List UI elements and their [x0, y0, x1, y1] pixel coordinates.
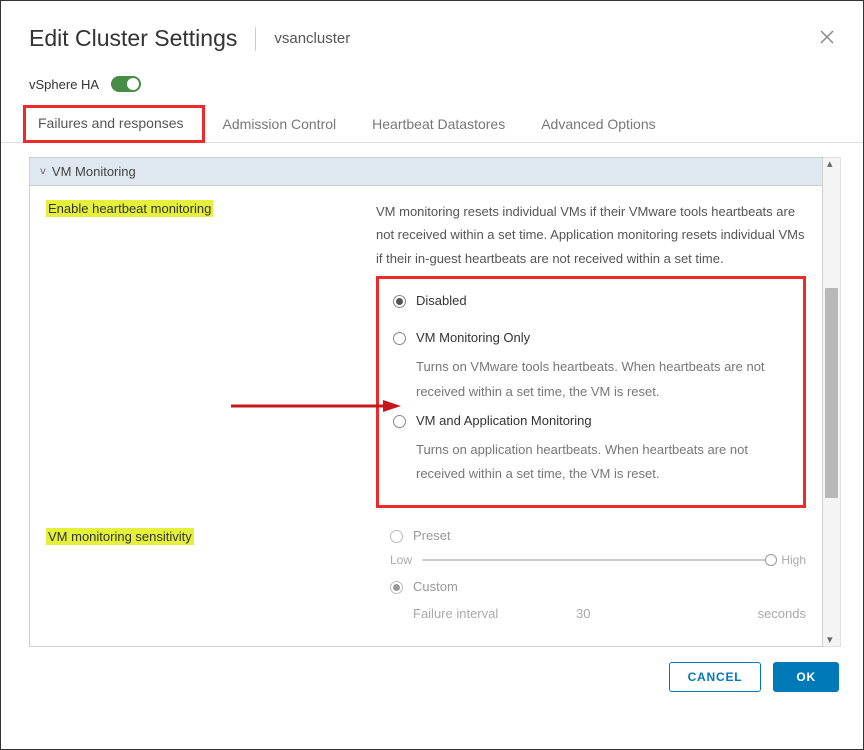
- monitoring-options-box: Disabled VM Monitoring Only Turns on VMw…: [376, 276, 806, 508]
- radio-vm-only-desc: Turns on VMware tools heartbeats. When h…: [416, 355, 789, 404]
- failure-interval-unit: seconds: [736, 606, 806, 620]
- radio-vm-app-desc: Turns on application heartbeats. When he…: [416, 438, 789, 487]
- ok-button[interactable]: OK: [773, 662, 839, 692]
- slider-handle[interactable]: [765, 554, 777, 566]
- radio-vm-only[interactable]: [393, 332, 406, 345]
- scrollbar[interactable]: [823, 157, 841, 647]
- failure-interval-value: 30: [576, 606, 736, 620]
- page-title: Edit Cluster Settings: [29, 25, 237, 52]
- slider-low-label: Low: [390, 553, 412, 567]
- ha-toggle[interactable]: [111, 76, 141, 92]
- annotation-arrow: [231, 400, 401, 412]
- vm-monitoring-description: VM monitoring resets individual VMs if t…: [376, 200, 806, 270]
- failure-interval-label: Failure interval: [413, 606, 576, 620]
- radio-custom[interactable]: [390, 581, 403, 594]
- close-icon[interactable]: [819, 29, 835, 49]
- chevron-down-icon: ⅴ: [40, 166, 46, 177]
- scroll-up-icon[interactable]: [823, 158, 840, 172]
- tab-failures-responses[interactable]: Failures and responses: [23, 105, 205, 143]
- sensitivity-slider[interactable]: [422, 559, 771, 561]
- header-separator: [255, 27, 256, 51]
- sensitivity-label: VM monitoring sensitivity: [46, 528, 194, 545]
- radio-vm-app-label: VM and Application Monitoring: [416, 413, 592, 428]
- scroll-down-icon[interactable]: [823, 632, 840, 646]
- tab-advanced-options[interactable]: Advanced Options: [523, 106, 673, 142]
- tab-admission-control[interactable]: Admission Control: [205, 106, 355, 142]
- enable-heartbeat-label: Enable heartbeat monitoring: [46, 200, 213, 217]
- cancel-button[interactable]: CANCEL: [669, 662, 762, 692]
- slider-high-label: High: [781, 553, 806, 567]
- radio-vm-only-label: VM Monitoring Only: [416, 330, 530, 345]
- ha-toggle-label: vSphere HA: [29, 77, 99, 92]
- radio-vm-app[interactable]: [393, 415, 406, 428]
- tab-heartbeat-datastores[interactable]: Heartbeat Datastores: [354, 106, 523, 142]
- section-header-vm-monitoring[interactable]: ⅴ VM Monitoring: [30, 158, 822, 186]
- radio-disabled[interactable]: [393, 295, 406, 308]
- radio-preset[interactable]: [390, 530, 403, 543]
- section-title: VM Monitoring: [52, 164, 136, 179]
- scroll-thumb[interactable]: [825, 288, 838, 498]
- radio-preset-label: Preset: [413, 528, 451, 543]
- radio-disabled-label: Disabled: [416, 293, 467, 308]
- radio-custom-label: Custom: [413, 579, 458, 594]
- tab-bar: Failures and responses Admission Control…: [1, 106, 863, 143]
- cluster-name: vsancluster: [274, 30, 350, 47]
- settings-panel: ⅴ VM Monitoring Enable heartbeat monitor…: [29, 157, 823, 647]
